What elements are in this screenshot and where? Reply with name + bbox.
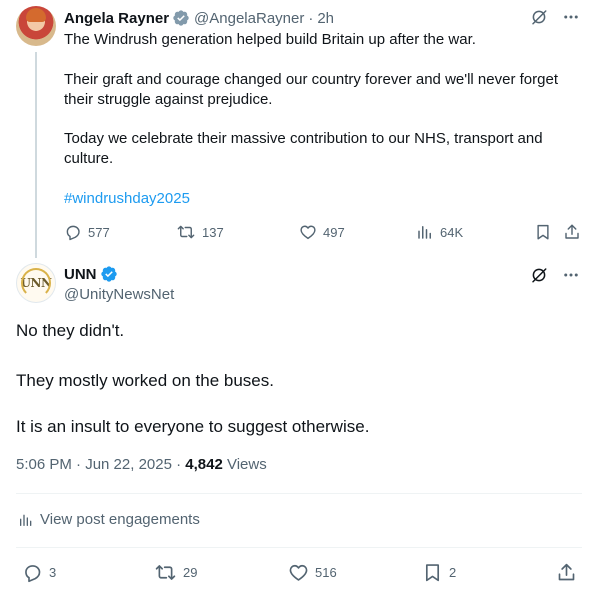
grok-icon[interactable]	[530, 8, 548, 26]
parent-tweet[interactable]: Angela Rayner @AngelaRayner · 2h The Win…	[0, 0, 598, 258]
bookmark-count: 2	[449, 564, 457, 580]
grok-icon[interactable]	[530, 266, 548, 284]
views-count: 4,842	[185, 456, 223, 473]
like-icon	[289, 564, 308, 581]
parent-tweet-header: Angela Rayner @AngelaRayner · 2h	[64, 8, 334, 28]
engagements-label: View post engagements	[40, 511, 200, 528]
share-icon	[558, 563, 575, 580]
tweet-text-line: They mostly worked on the buses.	[16, 371, 274, 390]
repost-button[interactable]: 29	[154, 561, 197, 583]
author-name[interactable]: UNN	[64, 266, 97, 283]
reply-top-right-icons	[530, 266, 580, 284]
view-engagements-link[interactable]: View post engagements	[18, 511, 200, 528]
share-button[interactable]	[563, 222, 581, 242]
more-icon[interactable]	[562, 266, 580, 284]
post-metadata: 5:06 PM · Jun 22, 2025 · 4,842 Views	[16, 456, 267, 473]
views-label: Views	[222, 456, 267, 473]
bookmark-icon	[537, 224, 549, 240]
reply-icon	[66, 225, 80, 241]
more-icon[interactable]	[562, 8, 580, 26]
tweet-text-line: It is an insult to everyone to suggest o…	[16, 417, 370, 436]
separator-dot: ·	[308, 9, 314, 27]
reply-button[interactable]: 3	[22, 561, 56, 583]
share-button[interactable]	[556, 561, 577, 583]
tweet-text-line: Their graft and courage changed our coun…	[64, 71, 558, 88]
divider	[16, 493, 582, 494]
like-button[interactable]: 497	[299, 222, 345, 242]
bookmark-button[interactable]	[534, 222, 552, 242]
views-button[interactable]: 64K	[416, 222, 463, 242]
unn-avatar[interactable]: UNN	[16, 263, 56, 303]
repost-icon	[155, 564, 176, 580]
repost-count: 29	[183, 564, 198, 580]
reply-icon	[25, 564, 41, 582]
repost-icon	[177, 225, 195, 239]
tweet-text-line: culture.	[64, 150, 114, 167]
views-icon	[418, 226, 431, 239]
post-time[interactable]: 2h	[317, 10, 334, 27]
author-handle[interactable]: @UnityNewsNet	[64, 286, 174, 303]
reply-count: 577	[88, 224, 110, 240]
repost-button[interactable]: 137	[176, 222, 224, 242]
like-count: 497	[323, 224, 345, 240]
bookmark-button[interactable]: 2	[422, 561, 456, 583]
reply-author-row: UNN	[64, 264, 118, 284]
thread-line	[35, 52, 37, 258]
like-count: 516	[315, 564, 337, 580]
author-handle[interactable]: @AngelaRayner	[194, 10, 304, 27]
like-icon	[300, 225, 316, 240]
author-name[interactable]: Angela Rayner	[64, 10, 169, 27]
verified-badge-icon	[100, 266, 117, 282]
parent-top-right-icons	[530, 8, 580, 26]
bookmark-icon	[425, 563, 440, 581]
views-count: 64K	[440, 224, 464, 240]
tweet-text-line: The Windrush generation helped build Bri…	[64, 31, 476, 48]
avatar-ring	[21, 268, 51, 298]
divider	[16, 547, 582, 548]
verified-badge-icon	[173, 10, 189, 26]
tweet-text-line: No they didn't.	[16, 321, 125, 340]
reply-action-bar: 3 29 516 2	[16, 561, 582, 583]
angela-rayner-avatar[interactable]	[16, 6, 56, 46]
like-button[interactable]: 516	[288, 561, 337, 583]
parent-action-bar: 577 137 497 64K	[64, 222, 584, 242]
share-icon	[565, 224, 579, 239]
tweet-text-line: Today we celebrate their massive contrib…	[64, 130, 543, 147]
tweet-text-line: their struggle against prejudice.	[64, 91, 273, 108]
repost-count: 137	[202, 224, 224, 240]
reply-button[interactable]: 577	[64, 222, 110, 242]
reply-count: 3	[49, 564, 57, 580]
hashtag-link[interactable]: #windrushday2025	[64, 189, 574, 209]
engagements-icon	[20, 514, 32, 526]
post-timestamp[interactable]: 5:06 PM · Jun 22, 2025 ·	[16, 456, 185, 473]
